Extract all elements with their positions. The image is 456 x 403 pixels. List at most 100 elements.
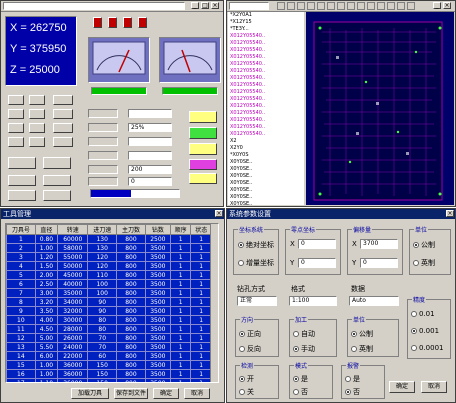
table-cell[interactable]: 1 bbox=[169, 369, 192, 379]
table-cell[interactable]: 2.00 bbox=[34, 270, 59, 280]
table-cell[interactable]: 2500 bbox=[144, 234, 171, 244]
table-cell[interactable]: 80 bbox=[87, 324, 118, 334]
toolbar-tool-icon[interactable] bbox=[367, 2, 375, 10]
table-cell[interactable]: 58000 bbox=[57, 243, 89, 253]
table-cell[interactable]: 36000 bbox=[57, 369, 89, 379]
table-row[interactable]: 5 2.00 45000 110 800 3500 1 1 bbox=[6, 270, 212, 280]
table-row[interactable]: 15 1.00 36000 150 800 3500 1 1 bbox=[6, 360, 212, 370]
side-button-5[interactable] bbox=[8, 190, 36, 201]
load-tools-button[interactable]: 加载刀具 bbox=[71, 388, 109, 399]
table-cell[interactable]: 800 bbox=[116, 306, 146, 316]
table-cell[interactable]: 6.00 bbox=[34, 351, 59, 361]
key-7[interactable] bbox=[8, 123, 24, 133]
status-button-yellow-3[interactable] bbox=[189, 173, 217, 184]
toolbar-tool-icon[interactable] bbox=[407, 2, 415, 10]
key-4[interactable] bbox=[8, 109, 24, 119]
table-cell[interactable]: 3500 bbox=[144, 378, 171, 382]
table-cell[interactable]: 34000 bbox=[57, 297, 89, 307]
column-header[interactable]: 直径 bbox=[34, 224, 59, 235]
table-cell[interactable]: 4.00 bbox=[34, 315, 59, 325]
precision-option-3[interactable]: 0.0001 bbox=[411, 344, 444, 352]
table-cell[interactable]: 1.00 bbox=[34, 369, 59, 379]
table-cell[interactable]: 1 bbox=[169, 252, 192, 262]
table-cell[interactable]: 24000 bbox=[57, 342, 89, 352]
table-cell[interactable]: 8 bbox=[6, 297, 36, 307]
editor-title-field[interactable] bbox=[229, 2, 269, 10]
table-cell[interactable]: 800 bbox=[116, 333, 146, 343]
table-cell[interactable]: 800 bbox=[116, 378, 146, 382]
table-cell[interactable]: 2.50 bbox=[34, 279, 59, 289]
table-cell[interactable]: 110 bbox=[87, 270, 118, 280]
toolbar-tool-icon[interactable] bbox=[317, 2, 325, 10]
table-cell[interactable]: 12 bbox=[6, 333, 36, 343]
field-value-6[interactable]: 0 bbox=[128, 177, 172, 186]
offset-y-field[interactable]: 0 bbox=[360, 258, 398, 268]
table-cell[interactable]: 3500 bbox=[144, 315, 171, 325]
key-6[interactable] bbox=[53, 109, 73, 119]
table-cell[interactable]: 100 bbox=[87, 279, 118, 289]
table-cell[interactable]: 1 bbox=[190, 297, 212, 307]
toolbar-tool-icon[interactable] bbox=[387, 2, 395, 10]
table-row[interactable]: 10 4.00 30000 80 800 3500 1 1 bbox=[6, 315, 212, 325]
format-select[interactable]: 1:100 bbox=[289, 296, 337, 306]
maximize-icon[interactable]: □ bbox=[201, 2, 209, 9]
table-cell[interactable]: 90 bbox=[87, 306, 118, 316]
table-cell[interactable]: 9 bbox=[6, 306, 36, 316]
table-cell[interactable]: 3500 bbox=[144, 252, 171, 262]
tool-table-close-icon[interactable]: × bbox=[215, 210, 223, 217]
table-cell[interactable]: 1 bbox=[190, 333, 212, 343]
field-value-1[interactable] bbox=[128, 109, 172, 118]
table-cell[interactable]: 1.10 bbox=[34, 378, 59, 382]
toolbar-tool-icon[interactable] bbox=[327, 2, 335, 10]
table-cell[interactable]: 120 bbox=[87, 252, 118, 262]
table-cell[interactable]: 2 bbox=[6, 243, 36, 253]
origin-x-field[interactable]: 0 bbox=[298, 239, 336, 249]
table-cell[interactable]: 800 bbox=[116, 288, 146, 298]
table-cell[interactable]: 3500 bbox=[144, 270, 171, 280]
table-cell[interactable]: 70 bbox=[87, 333, 118, 343]
table-cell[interactable]: 800 bbox=[116, 270, 146, 280]
toolbar-tool-icon[interactable] bbox=[307, 2, 315, 10]
table-cell[interactable]: 1 bbox=[190, 369, 212, 379]
table-cell[interactable]: 800 bbox=[116, 315, 146, 325]
table-cell[interactable]: 3.00 bbox=[34, 288, 59, 298]
table-row[interactable]: 4 1.50 50000 120 800 3500 1 1 bbox=[6, 261, 212, 271]
table-cell[interactable]: 150 bbox=[87, 378, 118, 382]
toolbar-tool-icon[interactable] bbox=[297, 2, 305, 10]
table-cell[interactable]: 1 bbox=[169, 288, 192, 298]
field-value-2[interactable]: 25% bbox=[128, 123, 172, 132]
table-cell[interactable]: 1.20 bbox=[34, 252, 59, 262]
table-cell[interactable]: 15 bbox=[6, 360, 36, 370]
table-cell[interactable]: 100 bbox=[87, 288, 118, 298]
side-button-4[interactable] bbox=[43, 175, 71, 186]
toolbar-tool-icon[interactable] bbox=[357, 2, 365, 10]
coord-absolute-option[interactable]: 绝对坐标 bbox=[238, 240, 274, 250]
table-cell[interactable]: 16 bbox=[6, 369, 36, 379]
table-cell[interactable]: 1 bbox=[169, 270, 192, 280]
table-row[interactable]: 1 0.80 60000 130 800 2500 1 1 bbox=[6, 234, 212, 244]
table-cell[interactable]: 3.50 bbox=[34, 306, 59, 316]
status-button-yellow-1[interactable] bbox=[189, 111, 217, 123]
table-cell[interactable]: 3500 bbox=[144, 342, 171, 352]
process-auto-option[interactable]: 自动 bbox=[293, 329, 315, 339]
direction-reverse-option[interactable]: 反向 bbox=[239, 344, 261, 354]
key-3[interactable] bbox=[53, 95, 73, 105]
alarm-no-option[interactable]: 否 bbox=[345, 387, 360, 397]
table-row[interactable]: 11 4.50 28000 80 800 3500 1 1 bbox=[6, 324, 212, 334]
table-cell[interactable]: 55000 bbox=[57, 252, 89, 262]
key-12[interactable] bbox=[53, 137, 73, 147]
table-cell[interactable]: 3500 bbox=[144, 360, 171, 370]
table-cell[interactable]: 1 bbox=[190, 270, 212, 280]
table-cell[interactable]: 1 bbox=[190, 360, 212, 370]
detect-off-option[interactable]: 关 bbox=[239, 387, 254, 397]
column-header[interactable]: 转速 bbox=[57, 224, 89, 235]
table-cell[interactable]: 3500 bbox=[144, 288, 171, 298]
table-cell[interactable]: 1 bbox=[190, 234, 212, 244]
unit-metric-option[interactable]: 公制 bbox=[413, 240, 435, 250]
precision-option-2[interactable]: 0.001 bbox=[411, 327, 439, 335]
table-cell[interactable]: 1.00 bbox=[34, 360, 59, 370]
key-11[interactable] bbox=[29, 137, 45, 147]
direction-forward-option[interactable]: 正向 bbox=[239, 329, 261, 339]
drill-mode-select[interactable]: 正常 bbox=[237, 296, 277, 306]
table-cell[interactable]: 1 bbox=[190, 243, 212, 253]
